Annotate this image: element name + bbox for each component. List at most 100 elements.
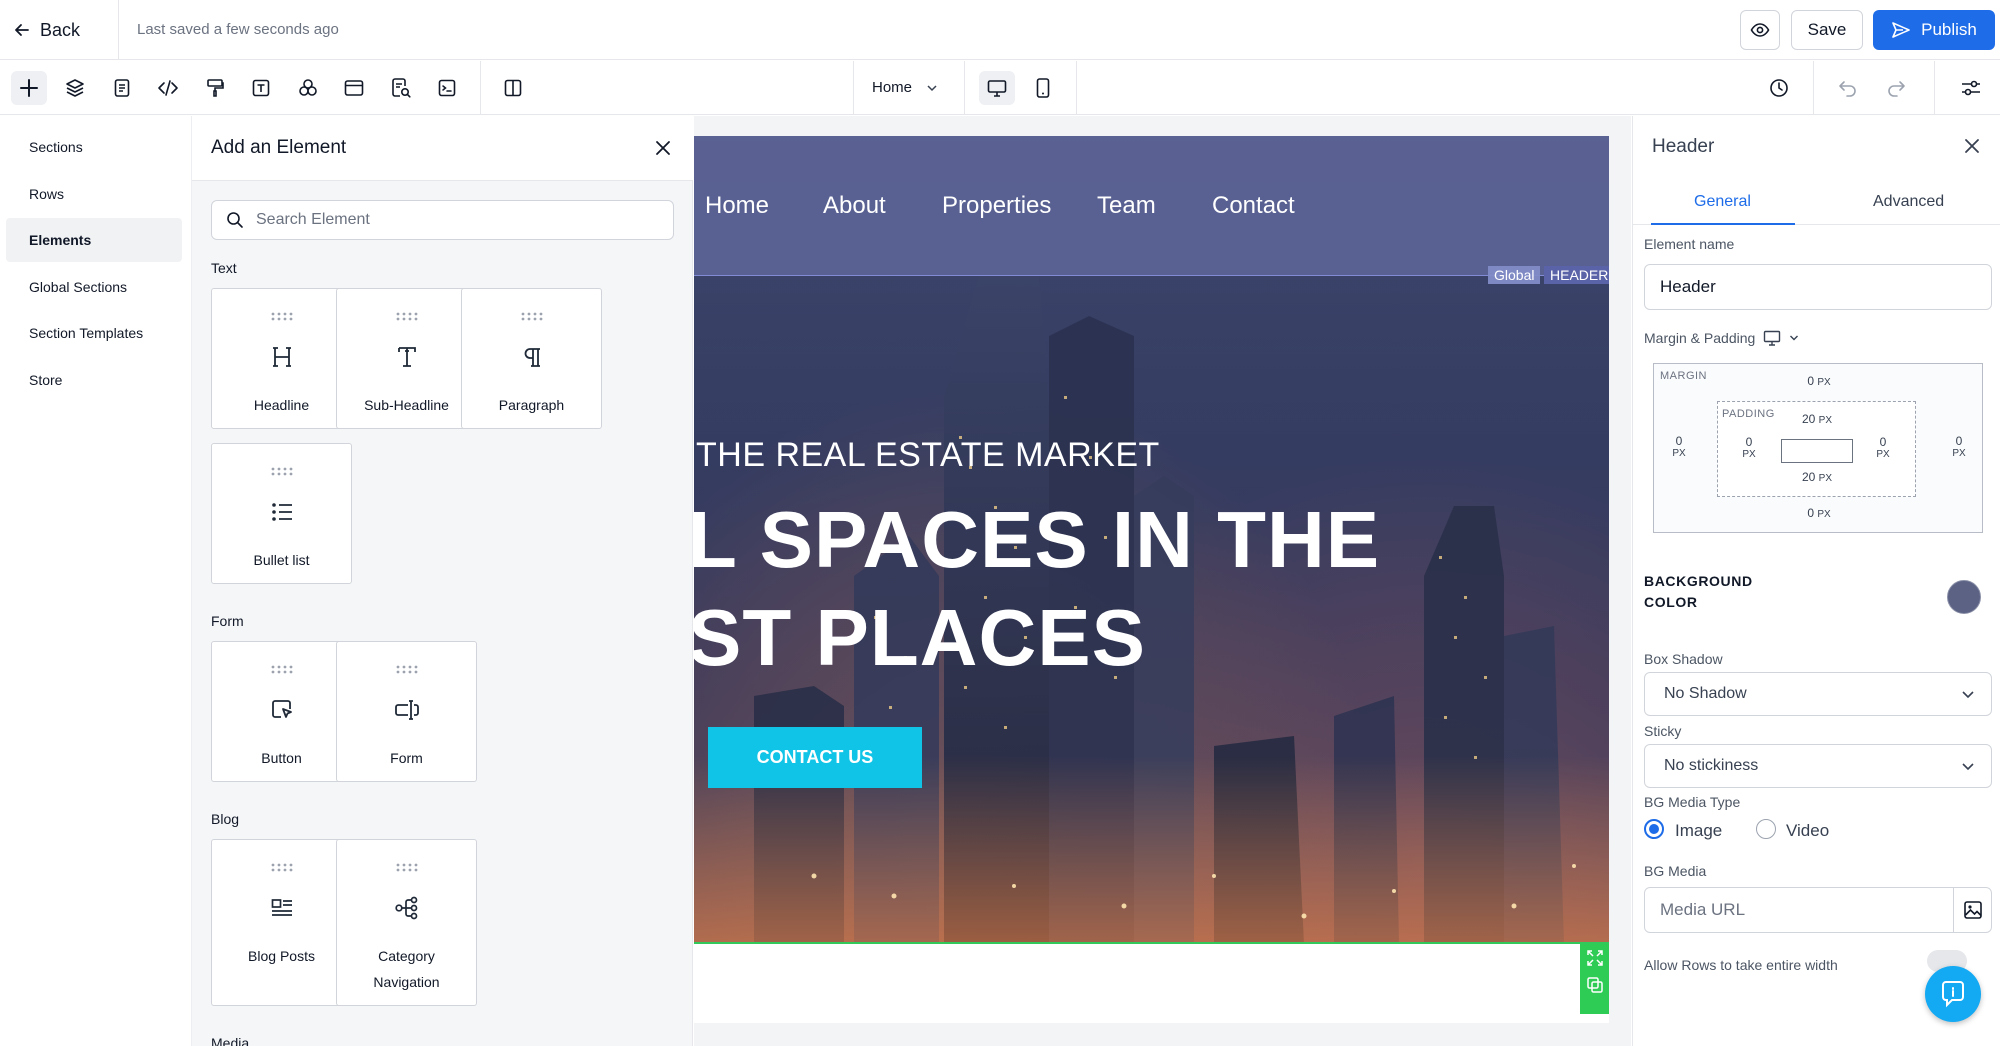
search-element-field[interactable] [211, 200, 674, 240]
element-card-sub-headline[interactable]: Sub-Headline [336, 288, 477, 429]
radio-image-label[interactable]: Image [1675, 821, 1722, 841]
hero-section[interactable]: Home About Properties Team Contact Globa… [694, 136, 1609, 944]
integrations-button[interactable] [290, 71, 326, 105]
nav-link-team[interactable]: Team [1097, 192, 1156, 220]
chat-info-icon [1938, 979, 1968, 1009]
nav-item-sections[interactable]: Sections [6, 125, 182, 169]
element-card-paragraph[interactable]: Paragraph [461, 288, 602, 429]
divider [1076, 61, 1077, 115]
header-nav[interactable]: Home About Properties Team Contact [694, 136, 1609, 276]
pages-button[interactable] [104, 71, 140, 105]
sticky-select[interactable]: No stickiness [1644, 744, 1992, 788]
radio-video[interactable] [1756, 819, 1776, 839]
code-button[interactable] [150, 71, 186, 105]
element-card-button[interactable]: Button [211, 641, 352, 782]
preview-button[interactable] [1740, 10, 1780, 50]
undo-button[interactable] [1830, 71, 1866, 105]
history-button[interactable] [1761, 71, 1797, 105]
element-card-bullet-list[interactable]: Bullet list [211, 443, 352, 584]
hero-title-line-2: ST PLACES [694, 593, 1146, 682]
paint-roller-icon [205, 78, 225, 98]
radio-image[interactable] [1644, 819, 1664, 839]
terminal-button[interactable] [429, 71, 465, 105]
element-name-input[interactable]: Header [1644, 264, 1992, 310]
desktop-view-button[interactable] [979, 71, 1015, 105]
box-shadow-select[interactable]: No Shadow [1644, 672, 1992, 716]
hero-title-line-1: L SPACES IN THE [694, 495, 1381, 584]
back-label: Back [40, 19, 81, 40]
page-select[interactable]: Home [872, 79, 938, 96]
active-tab-indicator [1651, 223, 1795, 225]
category-navigation-icon [393, 894, 421, 922]
chevron-down-icon[interactable] [1789, 334, 1799, 342]
nav-item-section-templates[interactable]: Section Templates [6, 311, 182, 355]
bg-media-type-label: BG Media Type [1644, 794, 1741, 810]
monitor-icon[interactable] [1763, 330, 1781, 346]
group-label-form: Form [211, 613, 244, 629]
back-button[interactable]: Back [14, 14, 80, 46]
close-panel-button[interactable] [651, 136, 675, 160]
redo-button[interactable] [1878, 71, 1914, 105]
history-icon [1768, 77, 1790, 99]
element-label: Sub-Headline [364, 397, 449, 413]
help-chat-button[interactable] [1925, 966, 1981, 1022]
save-button[interactable]: Save [1791, 10, 1863, 50]
page-select-value: Home [872, 79, 913, 96]
duplicate-icon[interactable] [1586, 976, 1604, 994]
padding-caption: PADDING [1722, 408, 1775, 420]
mobile-view-button[interactable] [1025, 71, 1061, 105]
drag-handle-icon [270, 466, 294, 476]
nav-link-properties[interactable]: Properties [942, 192, 1051, 220]
seo-button[interactable] [383, 71, 419, 105]
add-element-button[interactable] [11, 71, 47, 105]
media-url-field[interactable]: Media URL [1644, 887, 1992, 933]
panel-header: Add an Element [192, 116, 693, 181]
margin-top-value[interactable]: 0 PX [1794, 374, 1844, 388]
text-styles-button[interactable] [243, 71, 279, 105]
margin-left-value[interactable]: 0 PX [1666, 434, 1692, 459]
toolbar: Home [0, 61, 2000, 115]
search-element-input[interactable] [256, 211, 656, 229]
full-width-label: Allow Rows to take entire width [1644, 957, 1838, 973]
layers-button[interactable] [57, 71, 93, 105]
padding-left-value[interactable]: 0 PX [1736, 435, 1762, 460]
contact-us-button[interactable]: CONTACT US [708, 727, 922, 788]
tab-general[interactable]: General [1694, 193, 1751, 211]
settings-button[interactable] [1953, 71, 1989, 105]
nav-item-store[interactable]: Store [6, 358, 182, 402]
nav-item-elements[interactable]: Elements [6, 218, 182, 262]
element-card-category-navigation[interactable]: Category Navigation [336, 839, 477, 1006]
page-preview: Home About Properties Team Contact Globa… [694, 136, 1609, 1023]
bg-media-label: BG Media [1644, 863, 1707, 879]
expand-icon[interactable] [1586, 949, 1604, 967]
split-view-button[interactable] [495, 71, 531, 105]
element-label: Button [261, 750, 302, 766]
tab-advanced[interactable]: Advanced [1873, 193, 1944, 211]
nav-item-global-sections[interactable]: Global Sections [6, 265, 182, 309]
padding-bottom-value[interactable]: 20 PX [1792, 470, 1842, 484]
nav-link-about[interactable]: About [823, 192, 886, 220]
choose-media-button[interactable] [1953, 888, 1992, 932]
eye-icon [1750, 20, 1770, 40]
radio-video-label[interactable]: Video [1786, 821, 1829, 841]
publish-button[interactable]: Publish [1873, 10, 1995, 50]
nav-link-contact[interactable]: Contact [1212, 192, 1295, 220]
media-url-placeholder: Media URL [1660, 900, 1746, 919]
padding-top-value[interactable]: 20 PX [1792, 412, 1842, 426]
element-card-headline[interactable]: Headline [211, 288, 352, 429]
margin-bottom-value[interactable]: 0 PX [1794, 506, 1844, 520]
styles-button[interactable] [197, 71, 233, 105]
drag-handle-icon [270, 311, 294, 321]
element-card-blog-posts[interactable]: Blog Posts [211, 839, 352, 1006]
close-properties-button[interactable] [1960, 134, 1984, 158]
text-box-icon [251, 78, 271, 98]
popup-button[interactable] [336, 71, 372, 105]
sub-headline-icon [393, 343, 421, 371]
element-card-form[interactable]: Form [336, 641, 477, 782]
nav-link-home[interactable]: Home [705, 192, 769, 220]
margin-padding-label-text: Margin & Padding [1644, 330, 1756, 346]
padding-right-value[interactable]: 0 PX [1870, 435, 1896, 460]
margin-right-value[interactable]: 0 PX [1946, 434, 1972, 459]
nav-item-rows[interactable]: Rows [6, 172, 182, 216]
background-color-swatch[interactable] [1947, 580, 1981, 614]
